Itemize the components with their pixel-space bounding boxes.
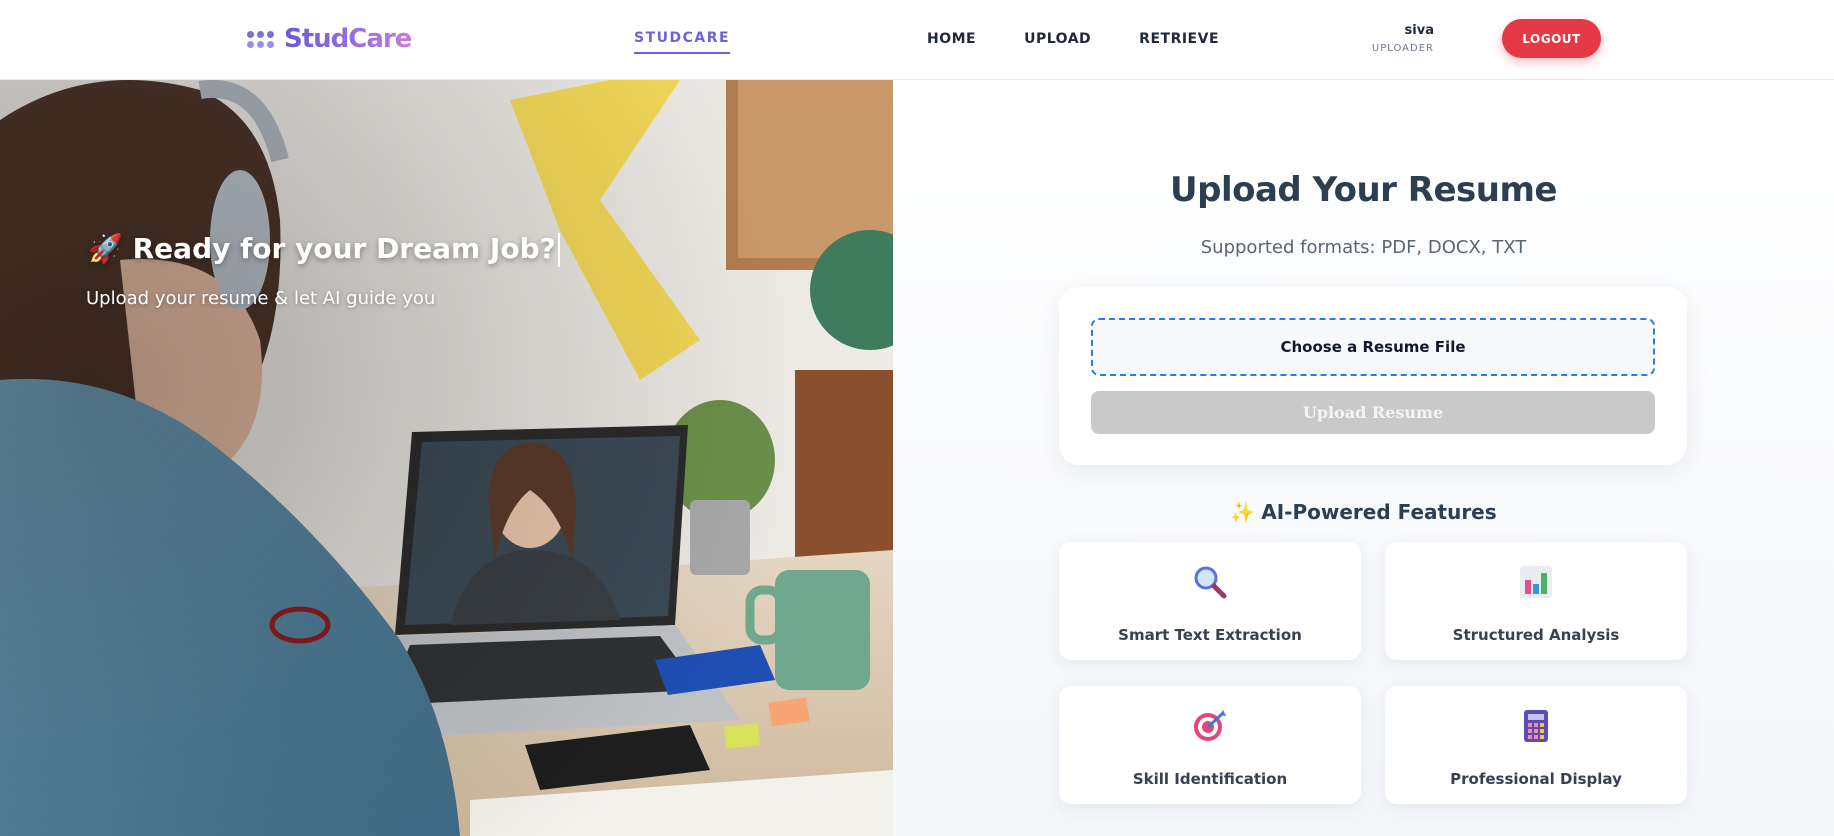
feature-label: Skill Identification [1132,770,1288,788]
magnifier-icon [1194,566,1227,599]
hero-title: 🚀 Ready for your Dream Job? [88,232,560,267]
feature-label: Smart Text Extraction [1118,626,1302,644]
upload-panel: Upload Your Resume Supported formats: PD… [893,80,1834,836]
feature-card-text-extraction: Smart Text Extraction [1059,542,1361,660]
hero-photo [0,80,893,836]
logo-text: StudCare [284,24,412,54]
feature-label: Professional Display [1450,770,1622,788]
hero-title-text: Ready for your Dream Job? [132,232,556,265]
user-info: siva UPLOADER [1314,23,1434,54]
calculator-icon [1524,710,1548,742]
user-name: siva [1404,23,1434,38]
features-heading-text: AI-Powered Features [1261,500,1497,524]
feature-card-skill-identification: Skill Identification [1059,686,1361,804]
bar-chart-icon [1520,566,1552,598]
nav-links: HOME UPLOAD RETRIEVE [927,31,1267,47]
nav-upload[interactable]: UPLOAD [1024,31,1091,47]
nav-home[interactable]: HOME [927,31,976,47]
logo[interactable]: StudCare [247,24,412,54]
nav-brand-link[interactable]: STUDCARE [634,30,731,54]
logout-button[interactable]: LOGOUT [1502,19,1601,58]
target-icon [1194,710,1226,741]
nav-retrieve[interactable]: RETRIEVE [1139,31,1219,47]
upload-resume-button[interactable]: Upload Resume [1091,391,1655,434]
rocket-icon: 🚀 [88,232,123,265]
feature-label: Structured Analysis [1452,626,1620,644]
supported-formats: Supported formats: PDF, DOCX, TXT [1200,237,1527,258]
top-navbar: StudCare STUDCARE HOME UPLOAD RETRIEVE s… [0,0,1834,80]
features-heading: ✨ AI-Powered Features [893,500,1834,524]
choose-file-button[interactable]: Choose a Resume File [1091,318,1655,376]
sparkles-icon: ✨ [1230,500,1256,524]
feature-card-structured-analysis: Structured Analysis [1385,542,1687,660]
upload-title: Upload Your Resume [1170,170,1557,210]
typing-caret [557,233,560,267]
upload-card: Choose a Resume File Upload Resume [1059,287,1687,465]
hero-banner: 🚀 Ready for your Dream Job? Upload your … [0,80,893,836]
feature-card-professional-display: Professional Display [1385,686,1687,804]
user-role: UPLOADER [1371,43,1434,54]
hero-subtitle: Upload your resume & let AI guide you [86,288,436,309]
logo-dots-icon [247,30,274,48]
